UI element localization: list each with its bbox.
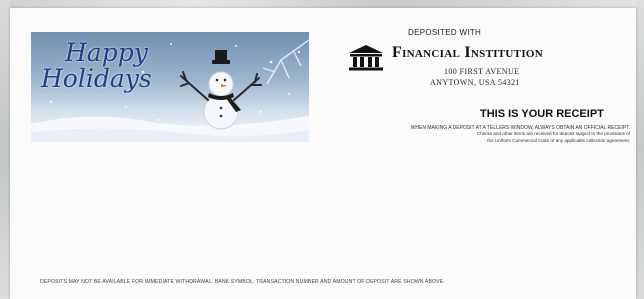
- bank-name: Financial Institution: [392, 44, 543, 61]
- footer-disclaimer: DEPOSITS MAY NOT BE AVAILABLE FOR IMMEDI…: [40, 279, 445, 285]
- greeting-line-2: Holidays: [41, 64, 152, 93]
- holiday-greeting: Happy Holidays: [41, 40, 152, 92]
- receipt-title: THIS IS YOUR RECEIPT: [480, 108, 604, 120]
- bank-address-line-1: 100 FIRST AVENUE: [444, 67, 520, 76]
- deposited-with-label: DEPOSITED WITH: [408, 28, 482, 37]
- deposit-receipt: Happy Holidays DEPOSITED WITH Financial …: [10, 8, 636, 299]
- bank-address-line-2: ANYTOWN, USA 54321: [430, 78, 520, 87]
- holiday-banner: Happy Holidays: [31, 32, 309, 142]
- bank-building-icon: [348, 44, 384, 77]
- backdrop-right: [636, 0, 644, 299]
- backdrop-left: [0, 0, 10, 299]
- greeting-line-1: Happy: [65, 38, 148, 67]
- backdrop-top: [0, 0, 644, 8]
- receipt-notice: WHEN MAKING A DEPOSIT AT A TELLERS WINDO…: [332, 125, 630, 144]
- notice-line-3: the Uniform Commercial Code or any appli…: [487, 137, 630, 143]
